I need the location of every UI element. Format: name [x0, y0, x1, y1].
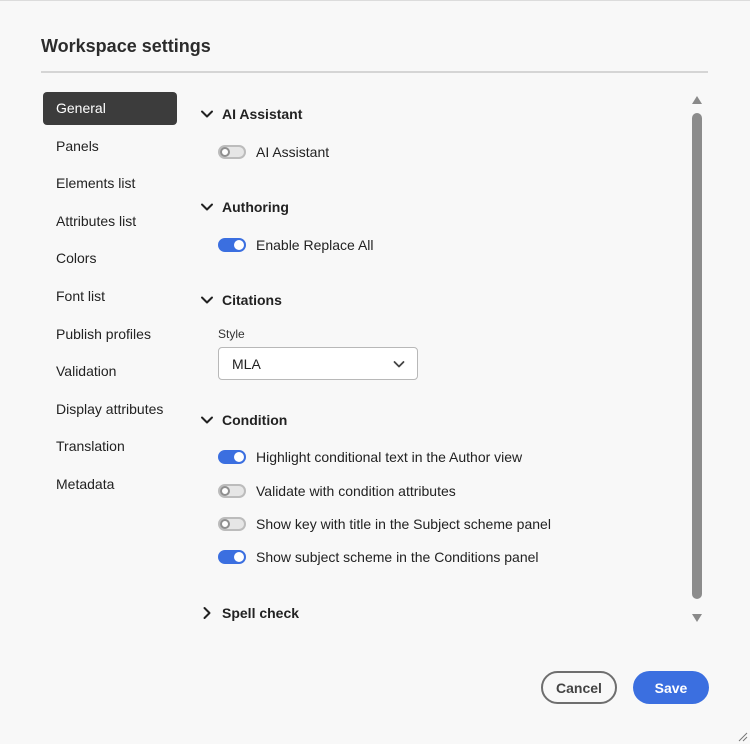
sidebar-item-font-list[interactable]: Font list: [43, 280, 177, 313]
select-value: MLA: [232, 355, 261, 372]
validate-condition-attributes-toggle[interactable]: [218, 484, 246, 498]
toggle-label: Highlight conditional text in the Author…: [256, 449, 523, 465]
toggle-row-show-key: Show key with title in the Subject schem…: [218, 514, 551, 534]
title-divider: [41, 71, 708, 73]
sidebar-nav: General Panels Elements list Attributes …: [43, 92, 177, 506]
section-header-authoring[interactable]: Authoring: [200, 197, 289, 217]
toggle-row-ai-assistant: AI Assistant: [218, 142, 329, 162]
toggle-knob: [234, 452, 244, 462]
toggle-label: AI Assistant: [256, 144, 330, 160]
toggle-knob: [220, 486, 230, 496]
toggle-row-replace-all: Enable Replace All: [218, 235, 374, 255]
chevron-down-icon: [393, 360, 405, 367]
chevron-down-icon: [201, 110, 213, 118]
chevron-down-icon: [201, 416, 213, 424]
toggle-label: Show subject scheme in the Conditions pa…: [256, 549, 539, 565]
chevron-right-icon: [203, 607, 211, 619]
chevron-down-icon: [201, 203, 213, 211]
show-key-with-title-toggle[interactable]: [218, 517, 246, 531]
settings-content: AI Assistant AI Assistant Authoring Enab…: [200, 92, 675, 632]
style-field-label: Style: [218, 327, 245, 341]
toggle-label: Enable Replace All: [256, 237, 374, 253]
citation-style-select[interactable]: MLA: [218, 347, 418, 380]
section-header-ai-assistant[interactable]: AI Assistant: [200, 104, 302, 124]
section-title-condition: Condition: [222, 412, 288, 428]
scroll-thumb[interactable]: [692, 113, 702, 599]
toggle-knob: [234, 552, 244, 562]
top-border: [0, 0, 750, 1]
scroll-up-arrow-icon[interactable]: [692, 96, 702, 104]
toggle-knob: [234, 240, 244, 250]
section-title-ai-assistant: AI Assistant: [222, 106, 303, 122]
toggle-label: Show key with title in the Subject schem…: [256, 516, 551, 532]
sidebar-item-elements-list[interactable]: Elements list: [43, 167, 177, 200]
chevron-down-icon: [201, 296, 213, 304]
toggle-label: Validate with condition attributes: [256, 483, 456, 499]
sidebar-item-general[interactable]: General: [43, 92, 177, 125]
sidebar-item-colors[interactable]: Colors: [43, 242, 177, 275]
enable-replace-all-toggle[interactable]: [218, 238, 246, 252]
cancel-button[interactable]: Cancel: [541, 671, 617, 704]
resize-grip-icon[interactable]: [737, 731, 748, 742]
toggle-row-highlight-conditional: Highlight conditional text in the Author…: [218, 447, 522, 467]
section-header-citations[interactable]: Citations: [200, 290, 282, 310]
sidebar-item-validation[interactable]: Validation: [43, 355, 177, 388]
section-title-spell-check: Spell check: [222, 605, 300, 621]
ai-assistant-toggle[interactable]: [218, 145, 246, 159]
highlight-conditional-text-toggle[interactable]: [218, 450, 246, 464]
sidebar-item-attributes-list[interactable]: Attributes list: [43, 205, 177, 238]
content-scrollbar[interactable]: [689, 95, 705, 625]
scroll-down-arrow-icon[interactable]: [692, 614, 702, 622]
save-button[interactable]: Save: [633, 671, 709, 704]
section-title-citations: Citations: [222, 292, 282, 308]
dialog-title: Workspace settings: [41, 36, 211, 56]
toggle-knob: [220, 519, 230, 529]
sidebar-item-translation[interactable]: Translation: [43, 430, 177, 463]
show-subject-scheme-toggle[interactable]: [218, 550, 246, 564]
toggle-row-show-subject-scheme: Show subject scheme in the Conditions pa…: [218, 547, 539, 567]
section-header-condition[interactable]: Condition: [200, 410, 287, 430]
section-header-spell-check[interactable]: Spell check: [200, 603, 299, 623]
section-title-authoring: Authoring: [222, 199, 289, 215]
sidebar-item-display-attributes[interactable]: Display attributes: [43, 393, 177, 426]
toggle-row-validate-condition: Validate with condition attributes: [218, 481, 456, 501]
sidebar-item-publish-profiles[interactable]: Publish profiles: [43, 318, 177, 351]
sidebar-item-panels[interactable]: Panels: [43, 130, 177, 163]
sidebar-item-metadata[interactable]: Metadata: [43, 468, 177, 501]
toggle-knob: [220, 147, 230, 157]
